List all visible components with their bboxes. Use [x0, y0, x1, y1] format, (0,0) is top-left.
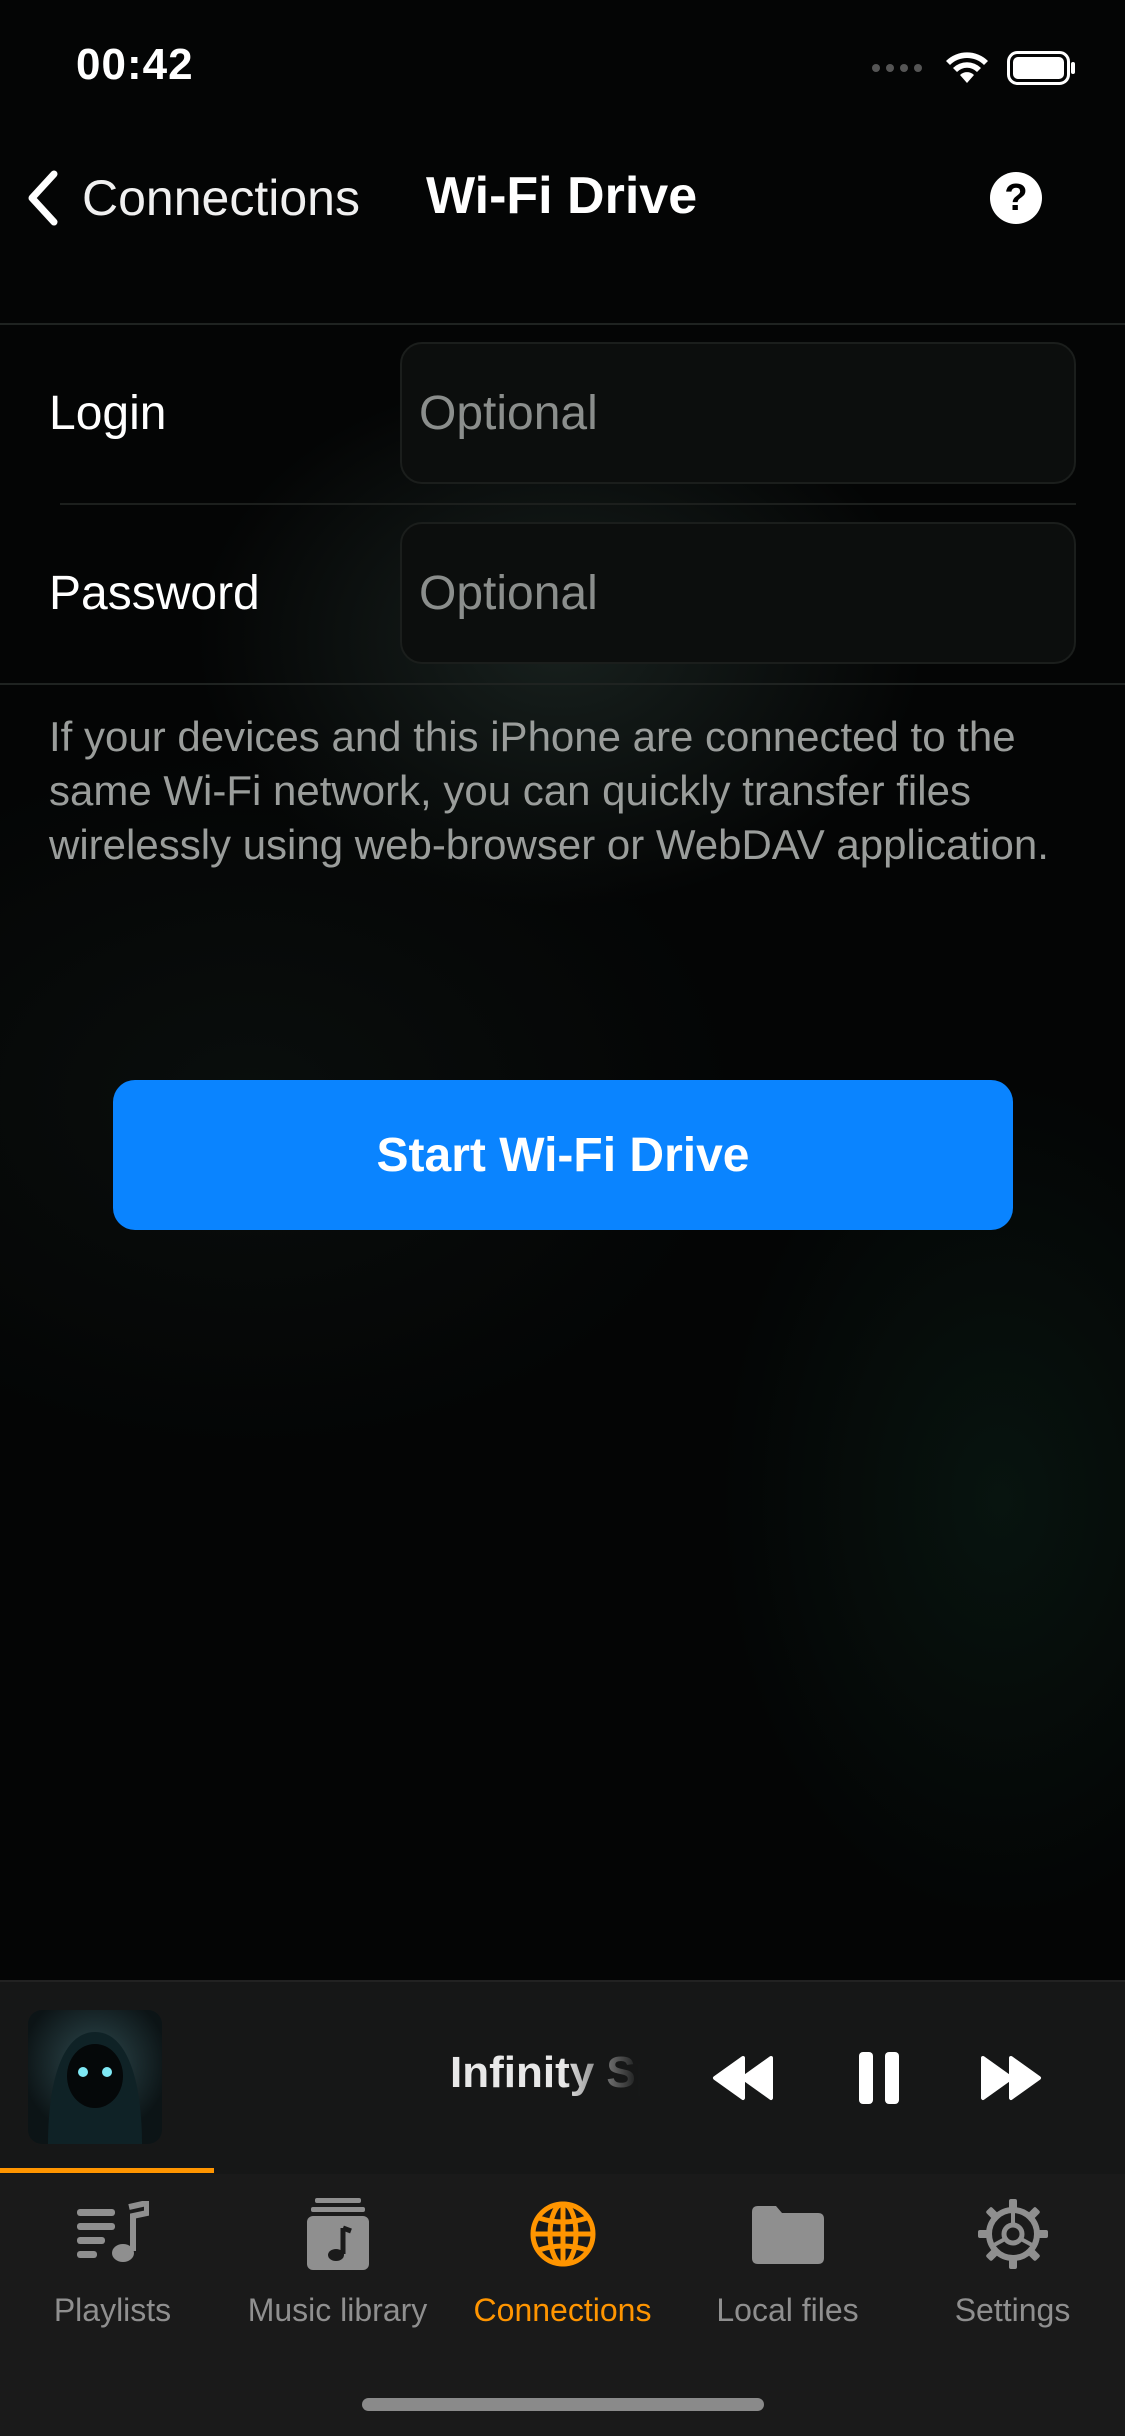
status-icons: [871, 48, 1077, 88]
tab-label: Music library: [247, 2292, 428, 2328]
start-wifi-drive-button[interactable]: Start Wi-Fi Drive: [113, 1080, 1013, 1230]
tab-local-files[interactable]: Local files: [675, 2196, 900, 2329]
battery-icon: [1007, 51, 1075, 85]
playlists-icon: [76, 2201, 149, 2262]
status-time: 00:42: [76, 40, 194, 89]
tab-label: Playlists: [53, 2292, 172, 2328]
rewind-button[interactable]: [708, 2046, 778, 2110]
playback-progress-bar: [0, 2168, 214, 2173]
chevron-left-icon: [28, 170, 58, 226]
folder-icon: [751, 2206, 824, 2264]
cellular-signal-icon: [872, 64, 922, 72]
tab-music-library[interactable]: Music library: [225, 2196, 450, 2329]
pause-button[interactable]: [844, 2046, 914, 2110]
question-mark-icon: ?: [1004, 176, 1028, 219]
divider-top: [0, 323, 1125, 325]
album-art-image: [48, 2032, 142, 2144]
tab-label: Connections: [473, 2292, 652, 2328]
password-input[interactable]: [400, 522, 1076, 664]
password-label: Password: [49, 567, 260, 620]
form-row-divider: [60, 503, 1076, 505]
fast-forward-button[interactable]: [976, 2046, 1046, 2110]
tab-connections[interactable]: Connections: [450, 2196, 675, 2329]
rewind-icon: [713, 2056, 773, 2100]
login-label: Login: [49, 387, 167, 440]
back-button[interactable]: Connections: [22, 160, 360, 236]
page-title: Wi-Fi Drive: [426, 167, 698, 225]
album-art[interactable]: [28, 2010, 162, 2144]
tab-label: Local files: [716, 2292, 859, 2328]
wifi-icon: [946, 52, 988, 83]
gear-icon: [977, 2199, 1048, 2269]
back-label: Connections: [82, 170, 360, 226]
pause-icon: [859, 2052, 899, 2104]
tab-settings[interactable]: Settings: [900, 2196, 1125, 2329]
globe-icon: [530, 2201, 595, 2267]
login-input[interactable]: [400, 342, 1076, 484]
music-library-icon: [306, 2198, 369, 2270]
help-button[interactable]: ?: [990, 172, 1042, 224]
home-indicator: [362, 2398, 764, 2411]
divider-bottom: [0, 683, 1125, 685]
info-text: If your devices and this iPhone are conn…: [49, 713, 1049, 868]
track-title[interactable]: Infinity Sp: [450, 2048, 640, 2098]
tab-playlists[interactable]: Playlists: [0, 2196, 225, 2329]
tab-label: Settings: [954, 2292, 1071, 2328]
fast-forward-icon: [981, 2056, 1041, 2100]
